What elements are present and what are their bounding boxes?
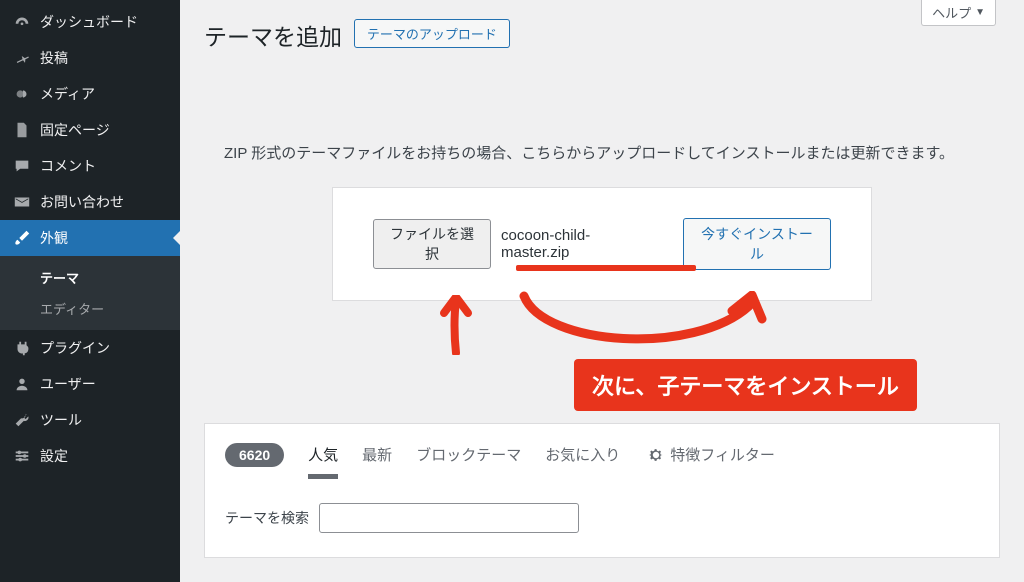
gear-icon [648, 447, 664, 463]
sidebar-item-label: メディア [40, 84, 95, 104]
filter-tab-latest[interactable]: 最新 [362, 440, 392, 469]
selected-filename: cocoon-child-master.zip [501, 227, 649, 261]
theme-search-input[interactable] [319, 503, 579, 533]
sidebar-item-label: ユーザー [40, 374, 96, 394]
sidebar-item-settings[interactable]: 設定 [0, 438, 180, 474]
filter-tab-favorites[interactable]: お気に入り [545, 440, 620, 469]
plug-icon [12, 338, 32, 358]
sidebar-item-tools[interactable]: ツール [0, 402, 180, 438]
sidebar-submenu-appearance: テーマ エディター [0, 256, 180, 330]
sidebar-item-dashboard[interactable]: ダッシュボード [0, 4, 180, 40]
sidebar-item-comments[interactable]: コメント [0, 148, 180, 184]
feature-filter-label: 特徴フィルター [670, 444, 775, 465]
sidebar-item-label: お問い合わせ [40, 192, 124, 212]
install-now-button[interactable]: 今すぐインストール [683, 218, 831, 270]
theme-search-row: テーマを検索 [225, 503, 979, 533]
help-tab[interactable]: ヘルプ ▼ [921, 0, 996, 26]
filter-tab-feature-filter[interactable]: 特徴フィルター [648, 440, 775, 469]
theme-filter-panel: 6620 人気 最新 ブロックテーマ お気に入り 特徴フィルター テーマを検索 [204, 423, 1000, 558]
brush-icon [12, 228, 32, 248]
sidebar-item-contact[interactable]: お問い合わせ [0, 184, 180, 220]
dashboard-icon [12, 12, 32, 32]
sidebar-item-label: 外観 [40, 228, 68, 248]
media-icon [12, 84, 32, 104]
sidebar-item-media[interactable]: メディア [0, 76, 180, 112]
comment-icon [12, 156, 32, 176]
upload-instruction: ZIP 形式のテーマファイルをお持ちの場合、こちらからアップロードしてインストー… [204, 142, 1000, 163]
sidebar-item-users[interactable]: ユーザー [0, 366, 180, 402]
search-label: テーマを検索 [225, 508, 309, 528]
settings-icon [12, 446, 32, 466]
upload-form: ファイルを選択 cocoon-child-master.zip 今すぐインストー… [332, 187, 872, 301]
filter-tabs: 6620 人気 最新 ブロックテーマ お気に入り 特徴フィルター [225, 440, 979, 469]
sidebar-item-pages[interactable]: 固定ページ [0, 112, 180, 148]
sidebar-item-label: プラグイン [40, 338, 110, 358]
sidebar-item-label: 投稿 [40, 48, 68, 68]
user-icon [12, 374, 32, 394]
help-tab-label: ヘルプ [932, 3, 971, 22]
chevron-down-icon: ▼ [975, 7, 985, 18]
admin-sidebar: ダッシュボード 投稿 メディア 固定ページ コメント [0, 0, 180, 582]
pin-icon [12, 48, 32, 68]
sidebar-item-label: コメント [40, 156, 96, 176]
annotation-label: 次に、子テーマをインストール [574, 359, 917, 411]
annotation-curve-arrow-icon [514, 291, 774, 361]
upload-theme-button[interactable]: テーマのアップロード [354, 19, 510, 48]
theme-count-badge: 6620 [225, 443, 284, 467]
mail-icon [12, 192, 32, 212]
main-content: ヘルプ ▼ テーマを追加 テーマのアップロード ZIP 形式のテーマファイルをお… [180, 0, 1024, 582]
page-title: テーマを追加 [204, 12, 342, 52]
annotation-overlay: 次に、子テーマをインストール [204, 301, 1000, 411]
filter-tab-block[interactable]: ブロックテーマ [416, 440, 521, 469]
sidebar-item-label: ダッシュボード [40, 12, 138, 32]
sidebar-item-label: 設定 [40, 446, 68, 466]
sidebar-item-label: ツール [40, 410, 82, 430]
annotation-arrow-up-icon [436, 295, 476, 355]
submenu-item-editor[interactable]: エディター [0, 293, 180, 324]
sidebar-item-label: 固定ページ [40, 120, 110, 140]
submenu-item-themes[interactable]: テーマ [0, 262, 180, 293]
sidebar-item-appearance[interactable]: 外観 [0, 220, 180, 256]
filter-tab-popular[interactable]: 人気 [308, 440, 338, 469]
choose-file-button[interactable]: ファイルを選択 [373, 219, 491, 269]
page-icon [12, 120, 32, 140]
sidebar-item-plugins[interactable]: プラグイン [0, 330, 180, 366]
wrench-icon [12, 410, 32, 430]
sidebar-item-posts[interactable]: 投稿 [0, 40, 180, 76]
